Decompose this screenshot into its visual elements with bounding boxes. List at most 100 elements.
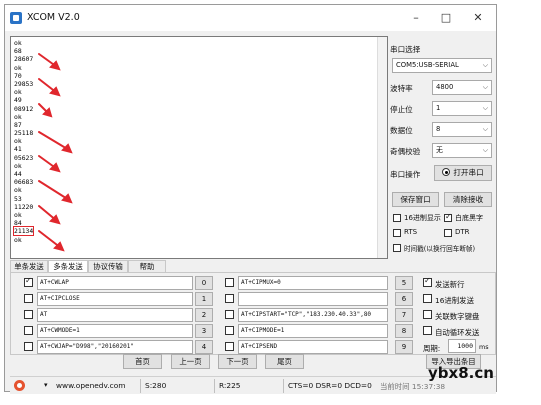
command-input[interactable]: AT+CIPSTART="TCP","183.230.40.33",80 xyxy=(238,308,388,322)
row-enable-checkbox[interactable] xyxy=(225,310,234,319)
tab-3[interactable]: 协议传输 xyxy=(88,260,128,272)
tab-1[interactable]: 单条发送 xyxy=(10,260,48,272)
white-black-label: 白底黑字 xyxy=(455,214,483,222)
status-divider xyxy=(283,379,284,393)
parity-label: 奇偶校验 xyxy=(390,147,421,156)
rts-checkbox[interactable] xyxy=(393,229,401,237)
period-label: 周期: xyxy=(423,344,441,353)
port-select[interactable]: COM5:USB-SERIAL ⌵ xyxy=(392,58,492,73)
dtr-checkbox[interactable] xyxy=(444,229,452,237)
sent-count: S:280 xyxy=(145,381,167,390)
open-port-button[interactable]: 打开串口 xyxy=(434,165,492,181)
command-input[interactable]: AT+CWMODE=1 xyxy=(37,324,193,338)
command-input[interactable]: AT+CIPSEND xyxy=(238,340,388,354)
send-button[interactable]: 3 xyxy=(195,324,213,338)
stop-bits-value: 1 xyxy=(436,104,441,112)
minimize-button[interactable]: – xyxy=(401,9,431,27)
tab-2[interactable]: 多条发送 xyxy=(48,260,88,272)
data-bits-select[interactable]: 8 ⌵ xyxy=(432,122,492,137)
received-count: R:225 xyxy=(219,381,241,390)
current-time: 当前时间 15:37:38 xyxy=(380,382,446,391)
send-button[interactable]: 6 xyxy=(395,292,413,306)
close-button[interactable]: ✕ xyxy=(463,9,493,27)
settings-gear-icon[interactable] xyxy=(14,380,25,391)
send-hex-label: 16进制发送 xyxy=(435,296,474,305)
app-icon xyxy=(10,12,22,24)
receive-scrollbar[interactable] xyxy=(377,37,387,258)
command-input[interactable] xyxy=(238,292,388,306)
command-input[interactable]: AT+CIPMODE=1 xyxy=(238,324,388,338)
status-divider xyxy=(140,379,141,393)
stop-bits-label: 停止位 xyxy=(390,105,413,114)
send-button[interactable]: 1 xyxy=(195,292,213,306)
chevron-down-icon: ⌵ xyxy=(482,104,488,112)
baud-label: 波特率 xyxy=(390,84,413,93)
window-title: XCOM V2.0 xyxy=(27,12,80,23)
period-input[interactable]: 1000 xyxy=(448,339,476,353)
first-page-button[interactable]: 首页 xyxy=(123,354,162,369)
row-enable-checkbox[interactable] xyxy=(24,326,33,335)
title-bar: XCOM V2.0 – □ ✕ xyxy=(5,5,496,31)
timestamp-checkbox[interactable] xyxy=(393,244,401,252)
tab-4[interactable]: 帮助 xyxy=(128,260,166,272)
send-button[interactable]: 0 xyxy=(195,276,213,290)
row-enable-checkbox[interactable] xyxy=(225,278,234,287)
app-window: XCOM V2.0 – □ ✕ ok 68 28607 ok 70 29853 ok 49 08… xyxy=(4,4,497,394)
website-link[interactable]: www.openedv.com xyxy=(56,381,125,390)
clear-receive-button[interactable]: 清除接收 xyxy=(444,192,492,207)
auto-loop-checkbox[interactable] xyxy=(423,326,432,335)
command-input[interactable]: AT+CWJAP="D998","20160201" xyxy=(37,340,193,354)
status-divider xyxy=(214,379,215,393)
command-input[interactable]: AT+CIPCLOSE xyxy=(37,292,193,306)
command-input[interactable]: AT xyxy=(37,308,193,322)
white-black-checkbox[interactable] xyxy=(444,212,452,222)
save-window-button[interactable]: 保存窗口 xyxy=(392,192,439,207)
chevron-down-icon: ⌵ xyxy=(482,61,488,69)
dropdown-arrow-icon[interactable]: ▾ xyxy=(44,381,48,389)
baud-select[interactable]: 4800 ⌵ xyxy=(432,80,492,95)
chevron-down-icon: ⌵ xyxy=(482,83,488,91)
command-input[interactable]: AT+CWLAP xyxy=(37,276,193,290)
send-button[interactable]: 9 xyxy=(395,340,413,354)
row-enable-checkbox[interactable] xyxy=(24,342,33,351)
link-keyboard-checkbox[interactable] xyxy=(423,310,432,319)
receive-area[interactable]: ok 68 28607 ok 70 29853 ok 49 08912 ok 87 25118 ok 41… xyxy=(10,36,388,259)
port-select-value: COM5:USB-SERIAL xyxy=(396,61,459,69)
rts-label: RTS xyxy=(404,228,418,236)
send-hex-checkbox[interactable] xyxy=(423,294,432,303)
row-enable-checkbox[interactable] xyxy=(24,276,33,287)
send-button[interactable]: 2 xyxy=(195,308,213,322)
multi-send-panel: AT+CWLAP0AT+CIPMUX=05AT+CIPCLOSE16AT2AT+… xyxy=(10,272,496,355)
data-bits-value: 8 xyxy=(436,125,441,133)
line-status: CTS=0 DSR=0 DCD=0 xyxy=(288,381,372,390)
parity-select[interactable]: 无 ⌵ xyxy=(432,143,492,158)
radio-icon xyxy=(442,168,451,176)
send-button[interactable]: 8 xyxy=(395,324,413,338)
parity-value: 无 xyxy=(436,146,443,154)
port-op-label: 串口操作 xyxy=(390,170,421,179)
hex-display-checkbox[interactable] xyxy=(393,214,401,222)
send-button[interactable]: 5 xyxy=(395,276,413,290)
chevron-down-icon: ⌵ xyxy=(482,146,488,154)
baud-value: 4800 xyxy=(436,83,454,91)
next-page-button[interactable]: 下一页 xyxy=(218,354,257,369)
row-enable-checkbox[interactable] xyxy=(225,294,234,303)
row-enable-checkbox[interactable] xyxy=(24,294,33,303)
hex-display-label: 16进制显示 xyxy=(404,214,441,222)
row-enable-checkbox[interactable] xyxy=(225,326,234,335)
open-port-label: 打开串口 xyxy=(453,168,484,177)
stop-bits-select[interactable]: 1 ⌵ xyxy=(432,101,492,116)
maximize-button[interactable]: □ xyxy=(431,9,461,27)
chevron-down-icon: ⌵ xyxy=(482,125,488,133)
send-button[interactable]: 4 xyxy=(195,340,213,354)
send-button[interactable]: 7 xyxy=(395,308,413,322)
last-page-button[interactable]: 尾页 xyxy=(265,354,304,369)
row-enable-checkbox[interactable] xyxy=(225,342,234,351)
row-enable-checkbox[interactable] xyxy=(24,310,33,319)
watermark-text: ybx8.cn xyxy=(428,364,494,382)
link-keyboard-label: 关联数字键盘 xyxy=(435,312,480,321)
prev-page-button[interactable]: 上一页 xyxy=(171,354,210,369)
send-newline-checkbox[interactable] xyxy=(423,276,432,287)
command-input[interactable]: AT+CIPMUX=0 xyxy=(238,276,388,290)
data-bits-label: 数据位 xyxy=(390,126,413,135)
